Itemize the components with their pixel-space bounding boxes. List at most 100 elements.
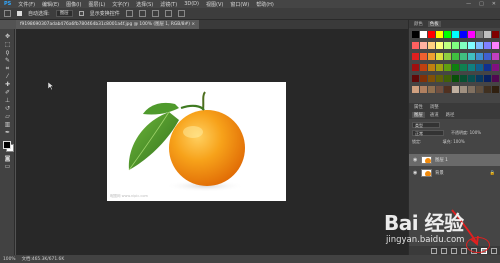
- color-swatch[interactable]: [428, 86, 435, 93]
- color-swatch[interactable]: [492, 53, 499, 60]
- menu-window[interactable]: 窗口(W): [230, 1, 249, 8]
- layer-row-background[interactable]: ◉ 背景 🔒: [409, 167, 500, 179]
- color-swatch[interactable]: [484, 86, 491, 93]
- color-swatch[interactable]: [460, 75, 467, 82]
- color-swatch[interactable]: [476, 53, 483, 60]
- move-tool-icon[interactable]: ✥: [3, 33, 12, 40]
- menu-edit[interactable]: 编辑(E): [42, 1, 59, 8]
- crop-tool-icon[interactable]: ⌗: [3, 65, 12, 72]
- menu-filter[interactable]: 滤镜(T): [160, 1, 177, 8]
- color-swatch[interactable]: [412, 31, 419, 38]
- color-swatch[interactable]: [412, 75, 419, 82]
- color-swatch[interactable]: [484, 42, 491, 49]
- color-swatch[interactable]: [412, 64, 419, 71]
- color-swatch[interactable]: [484, 53, 491, 60]
- color-swatch[interactable]: [468, 64, 475, 71]
- menu-ps-logo[interactable]: PS: [4, 1, 11, 7]
- color-swatch[interactable]: [484, 75, 491, 82]
- color-swatch[interactable]: [492, 75, 499, 82]
- color-swatch[interactable]: [436, 31, 443, 38]
- tab-properties[interactable]: 属性: [412, 104, 425, 110]
- color-swatch[interactable]: [436, 86, 443, 93]
- color-swatch[interactable]: [468, 75, 475, 82]
- eraser-tool-icon[interactable]: ▱: [3, 113, 12, 120]
- color-swatch[interactable]: [412, 42, 419, 49]
- color-swatch[interactable]: [428, 31, 435, 38]
- color-swatch[interactable]: [468, 31, 475, 38]
- color-swatch[interactable]: [468, 42, 475, 49]
- color-swatch[interactable]: [436, 42, 443, 49]
- opacity-field[interactable]: 不透明度: 100%: [451, 130, 497, 136]
- color-swatch[interactable]: [452, 86, 459, 93]
- color-swatch[interactable]: [420, 75, 427, 82]
- color-swatch[interactable]: [476, 75, 483, 82]
- tab-layers[interactable]: 图层: [412, 112, 425, 118]
- document-canvas[interactable]: 昵图网 www.nipic.com: [107, 82, 286, 201]
- color-swatch[interactable]: [428, 64, 435, 71]
- color-swatch[interactable]: [492, 86, 499, 93]
- color-swatch[interactable]: [460, 53, 467, 60]
- minimize-button[interactable]: —: [466, 1, 471, 7]
- color-swatch[interactable]: [428, 53, 435, 60]
- color-swatch[interactable]: [476, 86, 483, 93]
- marquee-tool-icon[interactable]: ⬚: [3, 41, 12, 48]
- color-swatch[interactable]: [468, 53, 475, 60]
- color-swatch[interactable]: [468, 86, 475, 93]
- distribute-icon[interactable]: [164, 10, 172, 17]
- color-swatch[interactable]: [484, 31, 491, 38]
- blend-mode-dropdown[interactable]: 正常: [412, 130, 444, 136]
- auto-align-icon[interactable]: [177, 10, 185, 17]
- tab-channels[interactable]: 通道: [428, 112, 441, 118]
- menu-view[interactable]: 视图(V): [206, 1, 223, 8]
- color-swatch[interactable]: [484, 64, 491, 71]
- layer-row-layer1[interactable]: ◉ 图层 1: [409, 154, 500, 166]
- quick-mask-icon[interactable]: ◙: [3, 155, 12, 162]
- color-swatch[interactable]: [412, 86, 419, 93]
- color-swatch[interactable]: [452, 42, 459, 49]
- auto-select-dropdown[interactable]: 图层: [55, 10, 73, 17]
- color-swatch[interactable]: [412, 53, 419, 60]
- color-swatch[interactable]: [492, 64, 499, 71]
- color-swatch[interactable]: [444, 53, 451, 60]
- color-swatch[interactable]: [452, 64, 459, 71]
- maximize-button[interactable]: □: [479, 1, 484, 7]
- visibility-eye-icon[interactable]: ◉: [413, 170, 418, 176]
- color-swatch[interactable]: [420, 64, 427, 71]
- color-swatch[interactable]: [492, 42, 499, 49]
- color-swatch[interactable]: [476, 31, 483, 38]
- color-swatch[interactable]: [420, 86, 427, 93]
- color-swatch[interactable]: [476, 64, 483, 71]
- color-swatch[interactable]: [436, 75, 443, 82]
- history-brush-tool-icon[interactable]: ↺: [3, 105, 12, 112]
- menu-3d[interactable]: 3D(D): [184, 1, 199, 7]
- align-right-icon[interactable]: [151, 10, 159, 17]
- color-swatch[interactable]: [444, 64, 451, 71]
- align-left-icon[interactable]: [125, 10, 133, 17]
- color-swatch[interactable]: [460, 31, 467, 38]
- tab-paths[interactable]: 路径: [444, 112, 457, 118]
- brush-tool-icon[interactable]: ✐: [3, 89, 12, 96]
- tab-adjustments[interactable]: 调整: [428, 104, 441, 110]
- color-swatch[interactable]: [444, 31, 451, 38]
- eyedropper-tool-icon[interactable]: ⁄: [3, 73, 12, 80]
- color-swatch[interactable]: [452, 75, 459, 82]
- move-tool-preset-icon[interactable]: [4, 10, 11, 17]
- color-swatch[interactable]: [460, 64, 467, 71]
- clone-stamp-tool-icon[interactable]: ⊥: [3, 97, 12, 104]
- color-swatch[interactable]: [428, 42, 435, 49]
- align-center-icon[interactable]: [138, 10, 146, 17]
- color-swatch[interactable]: [476, 42, 483, 49]
- show-transform-checkbox[interactable]: [78, 11, 84, 16]
- color-swatch[interactable]: [420, 42, 427, 49]
- color-swatch[interactable]: [420, 53, 427, 60]
- color-swatch[interactable]: [444, 86, 451, 93]
- document-tab[interactable]: f9198690307adab476a6fb780464b31c8001a4f.…: [16, 20, 200, 29]
- layer-filter-dropdown[interactable]: 类型: [412, 122, 440, 128]
- zoom-level[interactable]: 100%: [3, 257, 16, 262]
- color-swatch[interactable]: [460, 42, 467, 49]
- menu-layer[interactable]: 图层(L): [89, 1, 106, 8]
- fill-field[interactable]: 填充: 100%: [443, 139, 465, 144]
- color-swatch[interactable]: [460, 86, 467, 93]
- healing-brush-tool-icon[interactable]: ✚: [3, 81, 12, 88]
- menu-image[interactable]: 图像(I): [66, 1, 81, 8]
